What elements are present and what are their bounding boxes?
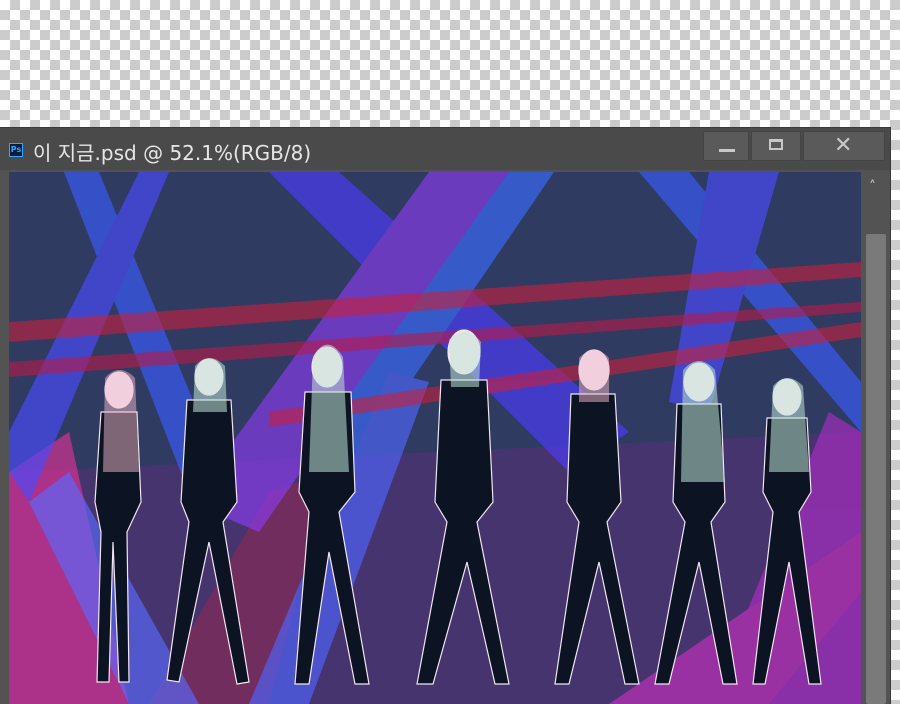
vertical-scrollbar[interactable]: ˄ xyxy=(863,172,889,704)
document-title: 이 지금.psd @ 52.1%(RGB/8) xyxy=(33,141,312,165)
minimize-button[interactable] xyxy=(703,131,749,161)
document-title-bar[interactable]: Ps 이 지금.psd @ 52.1%(RGB/8) ✕ xyxy=(0,128,890,170)
document-window: Ps 이 지금.psd @ 52.1%(RGB/8) ✕ ˄ xyxy=(0,127,891,704)
image-canvas[interactable] xyxy=(9,172,861,704)
photoshop-icon: Ps xyxy=(9,143,23,157)
scroll-thumb[interactable] xyxy=(866,234,886,704)
scroll-up-icon[interactable]: ˄ xyxy=(869,180,876,194)
minimize-icon xyxy=(719,149,735,152)
maximize-button[interactable] xyxy=(751,131,801,161)
close-button[interactable]: ✕ xyxy=(803,131,885,161)
close-icon: ✕ xyxy=(834,133,853,158)
maximize-icon xyxy=(769,139,783,150)
artwork xyxy=(9,172,861,704)
